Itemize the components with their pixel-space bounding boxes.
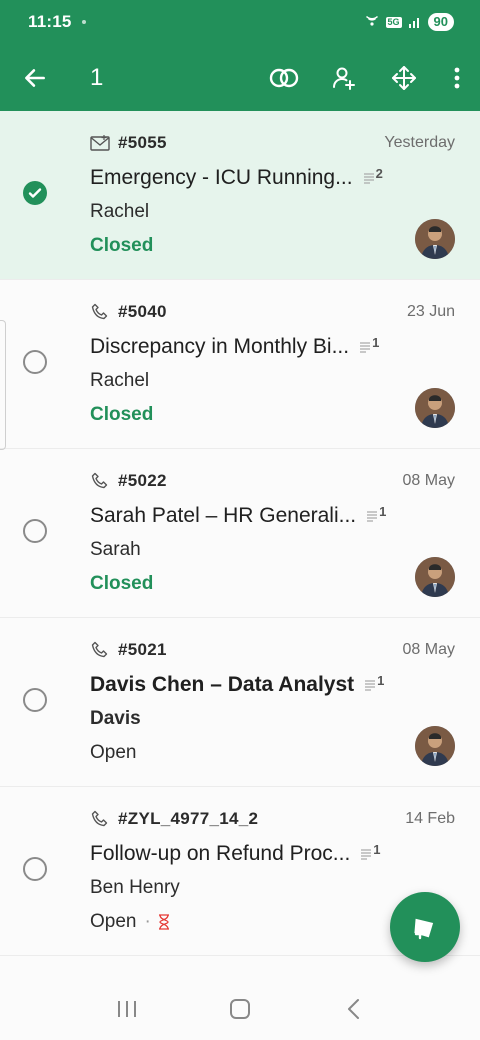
ticket-status: Closed xyxy=(90,235,154,256)
back-button[interactable] xyxy=(0,44,70,111)
ticket-subject: Discrepancy in Monthly Bi... xyxy=(90,335,350,358)
ticket-subject: Davis Chen – Data Analyst xyxy=(90,673,355,696)
ticket-subject: Emergency - ICU Running... xyxy=(90,166,353,189)
notes-icon xyxy=(361,849,372,860)
new-ticket-icon xyxy=(414,918,434,940)
check-icon xyxy=(28,188,42,198)
battery-level: 90 xyxy=(427,13,454,31)
row-checkbox[interactable] xyxy=(23,688,47,712)
row-checkbox[interactable] xyxy=(23,857,47,881)
chevron-left-icon xyxy=(348,999,360,1019)
notes-count: 1 xyxy=(366,504,386,522)
agent-avatar xyxy=(415,726,455,766)
notes-icon xyxy=(360,342,371,353)
ticket-requester: Davis xyxy=(90,708,141,729)
ticket-id: #ZYL_4977_14_2 xyxy=(118,809,259,828)
ticket-subject: Follow-up on Refund Proc... xyxy=(90,842,351,865)
more-options-button[interactable] xyxy=(434,44,480,111)
ticket-date: 08 May xyxy=(402,472,455,489)
signal-icon xyxy=(408,15,422,29)
selection-count: 1 xyxy=(90,63,104,91)
ticket-requester: Rachel xyxy=(90,201,150,222)
ticket-status-label: Open xyxy=(90,911,137,932)
home-icon xyxy=(229,999,250,1019)
notification-dot xyxy=(81,20,86,24)
ticket-id: #5021 xyxy=(118,640,167,659)
phone-source-icon xyxy=(90,809,110,829)
sla-indicator: · xyxy=(144,911,170,933)
hotspot-icon xyxy=(364,14,380,30)
ticket-status: Open · xyxy=(90,911,171,933)
ticket-date: Yesterday xyxy=(384,134,455,151)
new-ticket-fab[interactable] xyxy=(390,892,460,962)
hourglass-icon xyxy=(158,914,169,930)
ticket-status: Open xyxy=(90,742,137,763)
selection-app-bar: 1 xyxy=(0,44,480,111)
ticket-row[interactable]: #5021 08 May Davis Chen – Data Analyst 1… xyxy=(0,618,480,787)
status-bar: 11:15 5G 90 xyxy=(0,0,480,44)
move-button[interactable] xyxy=(374,44,434,111)
status-time: 11:15 xyxy=(28,12,72,31)
network-type: 5G xyxy=(385,16,402,28)
notes-icon xyxy=(367,511,378,522)
ticket-requester: Ben Henry xyxy=(90,877,180,898)
ticket-row[interactable]: #5040 23 Jun Discrepancy in Monthly Bi..… xyxy=(0,280,480,449)
ticket-list: #5055 Yesterday Emergency - ICU Running.… xyxy=(0,111,480,956)
notes-count: 1 xyxy=(360,842,381,860)
bulk-actions xyxy=(254,44,480,111)
recents-icon xyxy=(117,1001,136,1017)
ticket-id: #5055 xyxy=(118,133,167,152)
assign-button[interactable] xyxy=(314,44,374,111)
phone-source-icon xyxy=(90,471,110,491)
notes-count: 1 xyxy=(359,335,379,353)
ticket-date: 23 Jun xyxy=(406,303,455,320)
merge-icon xyxy=(269,68,299,87)
notes-icon xyxy=(365,680,376,691)
row-checkbox-checked[interactable] xyxy=(23,181,47,205)
merge-button[interactable] xyxy=(254,44,314,111)
move-icon xyxy=(392,65,416,90)
agent-avatar xyxy=(415,219,455,259)
ticket-subject: Sarah Patel – HR Generali... xyxy=(90,504,357,527)
ticket-row[interactable]: #5022 08 May Sarah Patel – HR Generali..… xyxy=(0,449,480,618)
ticket-requester: Sarah xyxy=(90,539,141,560)
ticket-requester: Rachel xyxy=(90,370,150,391)
ticket-id: #5040 xyxy=(118,302,167,321)
phone-source-icon xyxy=(90,640,110,660)
ticket-date: 14 Feb xyxy=(405,810,455,827)
add-user-icon xyxy=(333,67,355,90)
phone-source-icon xyxy=(90,302,110,322)
recents-button[interactable] xyxy=(97,984,157,1034)
agent-avatar xyxy=(415,557,455,597)
ticket-date: 08 May xyxy=(402,641,455,658)
row-checkbox[interactable] xyxy=(23,519,47,543)
status-icons: 5G 90 xyxy=(364,13,454,31)
home-button[interactable] xyxy=(210,984,270,1034)
ticket-status: Closed xyxy=(90,404,154,425)
row-checkbox[interactable] xyxy=(23,350,47,374)
notes-icon xyxy=(363,173,374,184)
sla-separator: · xyxy=(144,911,151,932)
email-source-icon xyxy=(90,133,110,153)
notes-count: 1 xyxy=(364,673,384,691)
notes-count: 2 xyxy=(363,166,383,184)
edge-panel-handle[interactable] xyxy=(0,320,6,450)
ticket-status: Closed xyxy=(90,573,154,594)
more-vert-icon xyxy=(454,67,460,88)
nav-back-button[interactable] xyxy=(323,984,383,1034)
arrow-left-icon xyxy=(25,68,45,87)
agent-avatar xyxy=(415,388,455,428)
system-nav-bar xyxy=(0,978,480,1040)
ticket-id: #5022 xyxy=(118,471,167,490)
ticket-row[interactable]: #5055 Yesterday Emergency - ICU Running.… xyxy=(0,111,480,280)
